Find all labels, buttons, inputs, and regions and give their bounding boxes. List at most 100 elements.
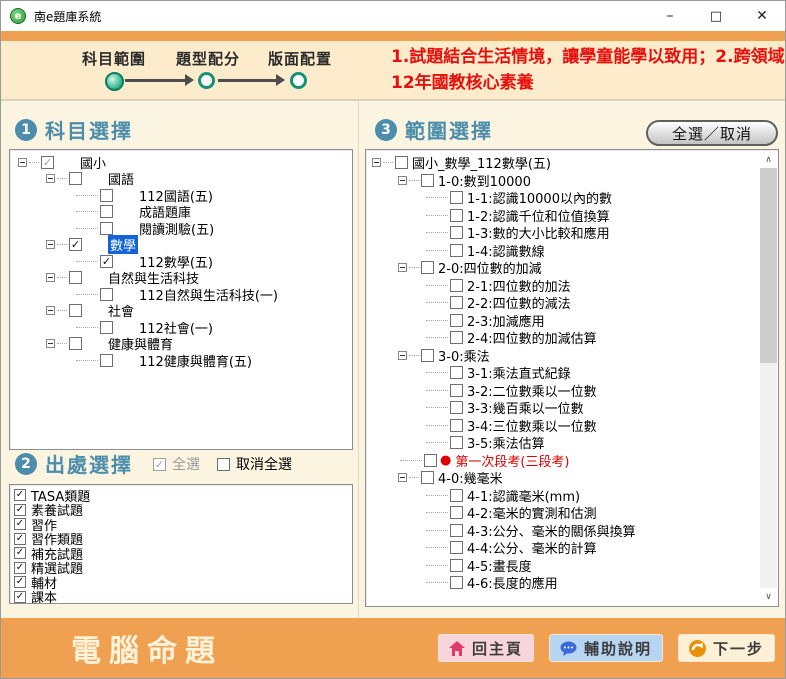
tree-checkbox[interactable] [100, 288, 113, 301]
home-button[interactable]: 回主頁 [438, 634, 534, 662]
tree-expander-icon[interactable] [46, 174, 55, 183]
tree-item-label[interactable]: 1-3:數的大小比較和應用 [467, 223, 610, 242]
tree-row[interactable]: 112自然與生活科技(一) [10, 286, 352, 303]
item-checkbox[interactable]: ✓ [14, 533, 26, 545]
tree-row[interactable]: 112社會(一) [10, 319, 352, 336]
deselect-all-checkbox[interactable] [217, 458, 230, 471]
tree-checkbox[interactable] [100, 205, 113, 218]
tree-row[interactable]: 健康與體育 [10, 336, 352, 353]
tree-expander-icon[interactable] [46, 240, 55, 249]
tree-item-label[interactable]: 4-4:公分、毫米的計算 [467, 538, 597, 557]
tree-item-label[interactable]: 4-6:長度的應用 [467, 573, 558, 591]
item-checkbox[interactable]: ✓ [14, 576, 26, 588]
tree-checkbox[interactable] [450, 559, 463, 572]
item-checkbox[interactable]: ✓ [14, 518, 26, 530]
scrollbar-down-icon[interactable]: ∨ [760, 588, 777, 605]
tree-item-label[interactable]: 4-0:幾毫米 [438, 468, 503, 487]
tree-checkbox[interactable] [395, 156, 408, 169]
tree-row[interactable]: 閱讀測驗(五) [10, 220, 352, 237]
scrollbar[interactable]: ∧ ∨ [760, 151, 777, 605]
tree-row[interactable]: 1-2:認識千位和位值換算 [366, 207, 760, 225]
tree-row[interactable]: 4-0:幾毫米 [366, 469, 760, 487]
tree-item-label[interactable]: 社會 [108, 301, 134, 320]
tree-item-label[interactable]: 1-4:認識數線 [467, 241, 545, 260]
tree-item-label[interactable]: 3-1:乘法直式紀錄 [467, 363, 571, 382]
minimize-button[interactable]: – [647, 1, 693, 31]
tree-row[interactable]: ✓112數學(五) [10, 253, 352, 270]
tree-checkbox[interactable] [421, 174, 434, 187]
tree-item-label[interactable]: 國小 [80, 153, 106, 172]
tree-checkbox[interactable] [450, 244, 463, 257]
tree-item-label[interactable]: 4-5:畫長度 [467, 556, 532, 575]
tree-checkbox[interactable] [450, 576, 463, 589]
tree-item-label[interactable]: 1-1:認識10000以內的數 [467, 188, 612, 207]
tree-row[interactable]: ✓國小 [10, 154, 352, 171]
tree-expander-icon[interactable] [398, 263, 407, 272]
tree-checkbox[interactable] [450, 226, 463, 239]
tree-row[interactable]: 1-3:數的大小比較和應用 [366, 224, 760, 242]
tree-checkbox[interactable] [421, 471, 434, 484]
tree-item-label[interactable]: 3-5:乘法估算 [467, 433, 545, 452]
tree-row[interactable]: 自然與生活科技 [10, 270, 352, 287]
tree-row[interactable]: 成語題庫 [10, 204, 352, 221]
tree-checkbox[interactable] [450, 419, 463, 432]
tree-item-label[interactable]: 閱讀測驗(五) [139, 219, 214, 238]
tree-expander-icon[interactable] [46, 306, 55, 315]
tree-item-label[interactable]: 3-0:乘法 [438, 346, 490, 365]
tree-checkbox[interactable] [69, 337, 82, 350]
tree-row[interactable]: 3-4:三位數乘以一位數 [366, 417, 760, 435]
tree-row[interactable]: 4-1:認識毫米(mm) [366, 487, 760, 505]
item-checkbox[interactable]: ✓ [14, 591, 26, 603]
tree-row[interactable]: 2-4:四位數的加減估算 [366, 329, 760, 347]
close-button[interactable]: ✕ [739, 1, 785, 31]
tree-row[interactable]: 2-0:四位數的加減 [366, 259, 760, 277]
tree-row[interactable]: 2-3:加減應用 [366, 312, 760, 330]
tree-checkbox[interactable] [100, 222, 113, 235]
tree-item-label[interactable]: 國語 [108, 169, 134, 188]
maximize-button[interactable]: □ [693, 1, 739, 31]
tree-checkbox[interactable] [450, 191, 463, 204]
tree-checkbox[interactable] [450, 524, 463, 537]
list-item[interactable]: ✓課本 [10, 590, 352, 605]
tree-row[interactable]: 3-2:二位數乘以一位數 [366, 382, 760, 400]
tree-row[interactable]: 1-1:認識10000以內的數 [366, 189, 760, 207]
tree-checkbox[interactable] [450, 384, 463, 397]
tree-expander-icon[interactable] [46, 339, 55, 348]
tree-expander-icon[interactable] [398, 351, 407, 360]
tree-checkbox[interactable] [450, 331, 463, 344]
tree-item-label[interactable]: 112自然與生活科技(一) [139, 285, 278, 304]
tree-item-label[interactable]: 2-3:加減應用 [467, 311, 545, 330]
tree-checkbox[interactable] [450, 209, 463, 222]
tree-expander-icon[interactable] [398, 473, 407, 482]
tree-item-label[interactable]: 3-3:幾百乘以一位數 [467, 398, 584, 417]
item-checkbox[interactable]: ✓ [14, 562, 26, 574]
tree-checkbox[interactable] [450, 296, 463, 309]
tree-checkbox[interactable] [450, 506, 463, 519]
tree-row[interactable]: 4-4:公分、毫米的計算 [366, 539, 760, 557]
tree-row[interactable]: 4-3:公分、毫米的關係與換算 [366, 522, 760, 540]
tree-row[interactable]: 社會 [10, 303, 352, 320]
tree-expander-icon[interactable] [372, 158, 381, 167]
tree-checkbox[interactable] [69, 304, 82, 317]
tree-item-label[interactable]: 4-3:公分、毫米的關係與換算 [467, 521, 636, 540]
help-button[interactable]: 輔助說明 [549, 634, 663, 662]
next-button[interactable]: 下一步 [678, 634, 775, 662]
tree-item-label[interactable]: 4-2:毫米的實測和估測 [467, 503, 597, 522]
tree-checkbox[interactable] [69, 172, 82, 185]
item-checkbox[interactable]: ✓ [14, 489, 26, 501]
list-item[interactable]: ✓精選試題 [10, 561, 352, 576]
tree-checkbox[interactable] [69, 271, 82, 284]
tree-item-label[interactable]: 1-2:認識千位和位值換算 [467, 206, 610, 225]
tree-row[interactable]: 國語 [10, 171, 352, 188]
tree-row[interactable]: 3-5:乘法估算 [366, 434, 760, 452]
tree-checkbox[interactable] [450, 489, 463, 502]
tree-item-label[interactable]: 2-1:四位數的加法 [467, 276, 571, 295]
tree-item-label[interactable]: 2-2:四位數的減法 [467, 293, 571, 312]
tree-item-label[interactable]: 第一次段考(三段考) [455, 451, 569, 470]
tree-expander-icon[interactable] [46, 273, 55, 282]
select-all-checkbox[interactable]: ✓ [153, 458, 166, 471]
item-checkbox[interactable]: ✓ [14, 547, 26, 559]
tree-checkbox[interactable] [100, 354, 113, 367]
tree-item-label[interactable]: 3-4:三位數乘以一位數 [467, 416, 597, 435]
tree-row[interactable]: 2-1:四位數的加法 [366, 277, 760, 295]
